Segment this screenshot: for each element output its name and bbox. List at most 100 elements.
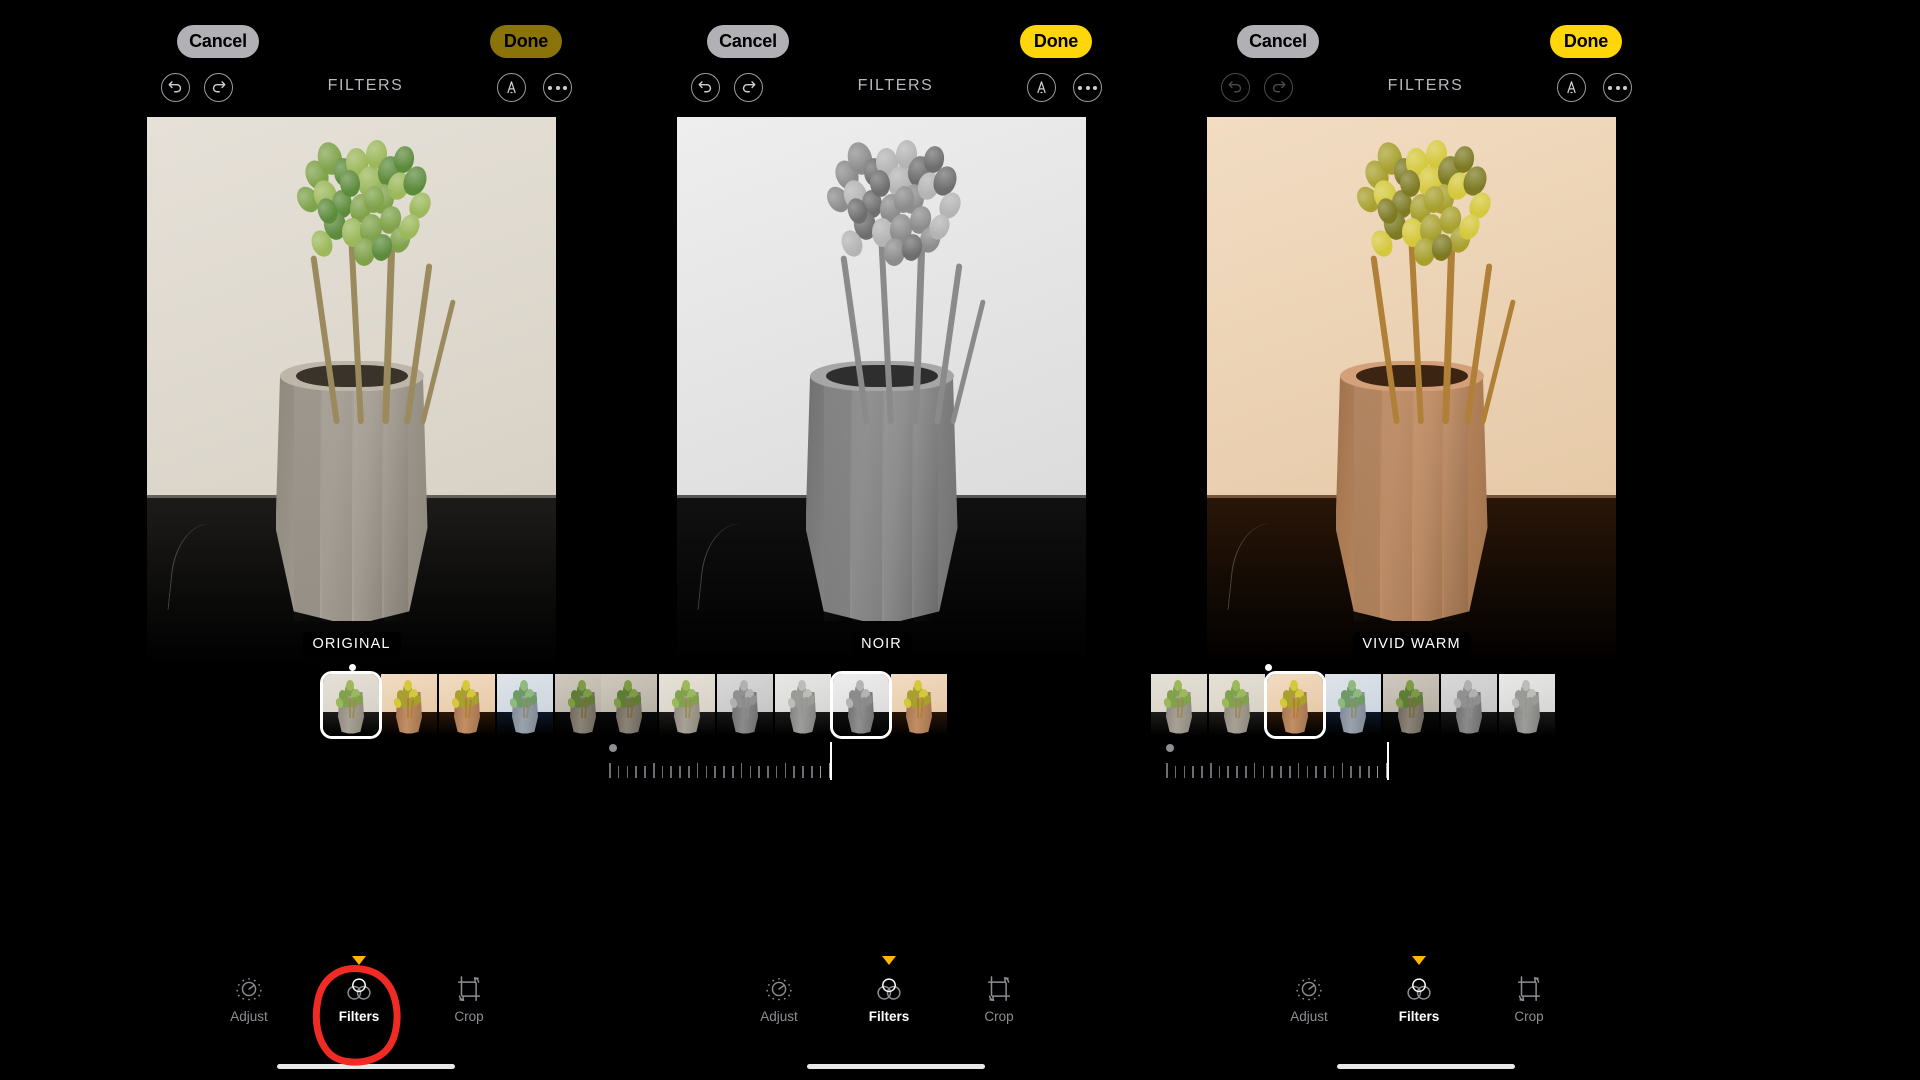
filter-thumbnail[interactable] <box>381 674 437 736</box>
filter-thumbnail[interactable] <box>601 674 657 736</box>
filter-thumbnail[interactable] <box>1325 674 1381 736</box>
filter-thumbnail[interactable] <box>775 674 831 736</box>
filter-carousel[interactable] <box>601 671 1160 739</box>
redo-icon[interactable] <box>1264 73 1293 102</box>
intensity-slider[interactable] <box>601 742 1011 780</box>
tab-crop[interactable]: Crop <box>1483 970 1575 1024</box>
panel-original: Cancel Done FILTERS ORIGINAL Adjust Filters Cr… <box>101 0 630 1080</box>
slider-thumb[interactable] <box>1387 742 1389 780</box>
more-options-icon[interactable] <box>543 73 572 102</box>
crop-rotate-icon <box>423 970 515 1008</box>
filters-circles-icon <box>843 970 935 1008</box>
filter-thumbnail[interactable] <box>320 671 382 739</box>
slider-ticks <box>1166 763 1388 778</box>
filter-thumbnail[interactable] <box>1264 671 1326 739</box>
redo-icon[interactable] <box>734 73 763 102</box>
tab-crop[interactable]: Crop <box>423 970 515 1024</box>
undo-icon[interactable] <box>691 73 720 102</box>
tab-label: Adjust <box>1290 1009 1328 1024</box>
filter-strip[interactable] <box>601 671 947 739</box>
tab-label: Filters <box>338 1009 380 1024</box>
filter-strip[interactable] <box>320 671 611 739</box>
ellipsis-glyph <box>548 85 567 90</box>
photo-preview[interactable]: VIVID WARM <box>1207 117 1616 665</box>
photo-canvas: ORIGINAL <box>147 117 556 665</box>
editor-top-bar: Cancel Done FILTERS <box>1161 0 1690 108</box>
tab-adjust[interactable]: Adjust <box>733 970 825 1024</box>
cancel-button[interactable]: Cancel <box>707 25 789 58</box>
crop-rotate-icon <box>953 970 1045 1008</box>
intensity-slider[interactable] <box>1166 742 1576 780</box>
tab-label: Crop <box>984 1009 1014 1024</box>
tab-filters[interactable]: Filters <box>1373 956 1465 1024</box>
panel-noir: Cancel Done FILTERS NOIR Adjust Filters Crop <box>601 0 1160 1080</box>
filter-thumbnail[interactable] <box>1499 674 1555 736</box>
tab-label: Filters <box>868 1009 910 1024</box>
cancel-button[interactable]: Cancel <box>1237 25 1319 58</box>
tab-label: Adjust <box>230 1009 268 1024</box>
done-button[interactable]: Done <box>1020 25 1092 58</box>
tab-filters[interactable]: Filters <box>313 956 405 1024</box>
screenshot-root: Cancel Done FILTERS ORIGINAL Adjust Filters Cr… <box>0 0 1920 1080</box>
filter-carousel[interactable] <box>1151 664 1690 739</box>
filter-thumbnail[interactable] <box>717 674 773 736</box>
home-indicator <box>806 1064 985 1069</box>
auto-enhance-icon[interactable] <box>1027 73 1056 102</box>
filter-thumbnail[interactable] <box>659 674 715 736</box>
active-tab-indicator <box>352 956 366 965</box>
undo-icon[interactable] <box>161 73 190 102</box>
done-button[interactable]: Done <box>1550 25 1622 58</box>
tab-adjust[interactable]: Adjust <box>1263 970 1355 1024</box>
editor-top-bar: Cancel Done FILTERS <box>631 0 1160 108</box>
carousel-page-dot <box>1265 664 1272 671</box>
filter-thumbnail[interactable] <box>1441 674 1497 736</box>
auto-enhance-icon[interactable] <box>497 73 526 102</box>
filter-carousel[interactable] <box>101 664 630 739</box>
filter-thumbnail[interactable] <box>497 674 553 736</box>
editor-tab-bar[interactable]: Adjust Filters Crop <box>1161 956 1690 1044</box>
panel-vivid-warm: Cancel Done FILTERS VIVID WARM Adjust Filters… <box>1151 0 1690 1080</box>
filter-thumbnail[interactable] <box>1209 674 1265 736</box>
cancel-button[interactable]: Cancel <box>177 25 259 58</box>
undo-icon[interactable] <box>1221 73 1250 102</box>
filters-circles-icon <box>1373 970 1465 1008</box>
tab-crop[interactable]: Crop <box>953 970 1045 1024</box>
adjust-dial-icon <box>1263 970 1355 1008</box>
home-indicator <box>1336 1064 1515 1069</box>
photo-preview[interactable]: NOIR <box>677 117 1086 665</box>
more-options-icon[interactable] <box>1073 73 1102 102</box>
crop-rotate-icon <box>1483 970 1575 1008</box>
auto-enhance-icon[interactable] <box>1557 73 1586 102</box>
tab-label: Filters <box>1398 1009 1440 1024</box>
filter-thumbnail[interactable] <box>1383 674 1439 736</box>
adjust-dial-icon <box>733 970 825 1008</box>
photo-preview[interactable]: ORIGINAL <box>147 117 556 665</box>
filter-name-badge: VIVID WARM <box>1352 632 1471 657</box>
photo-canvas: VIVID WARM <box>1207 117 1616 665</box>
filters-circles-icon <box>313 970 405 1008</box>
slider-origin-dot <box>609 744 617 752</box>
photo-plant <box>1292 134 1532 425</box>
slider-ticks <box>609 763 831 778</box>
photo-plant <box>232 134 472 425</box>
editor-tab-bar[interactable]: Adjust Filters Crop <box>101 956 630 1044</box>
more-options-icon[interactable] <box>1603 73 1632 102</box>
filter-thumbnail[interactable] <box>891 674 947 736</box>
photo-canvas: NOIR <box>677 117 1086 665</box>
filter-thumbnail[interactable] <box>1151 674 1207 736</box>
filter-strip[interactable] <box>1151 671 1555 739</box>
editor-top-bar: Cancel Done FILTERS <box>101 0 630 108</box>
redo-icon[interactable] <box>204 73 233 102</box>
photo-plant <box>762 134 1002 425</box>
tab-filters[interactable]: Filters <box>843 956 935 1024</box>
active-tab-indicator <box>882 956 896 965</box>
tab-label: Crop <box>454 1009 484 1024</box>
slider-thumb[interactable] <box>830 742 832 780</box>
editor-tab-bar[interactable]: Adjust Filters Crop <box>631 956 1160 1044</box>
done-button[interactable]: Done <box>490 25 562 58</box>
tab-adjust[interactable]: Adjust <box>203 970 295 1024</box>
filter-thumbnail[interactable] <box>439 674 495 736</box>
filter-thumbnail[interactable] <box>830 671 892 739</box>
filter-name-badge: NOIR <box>851 632 912 657</box>
slider-origin-dot <box>1166 744 1174 752</box>
